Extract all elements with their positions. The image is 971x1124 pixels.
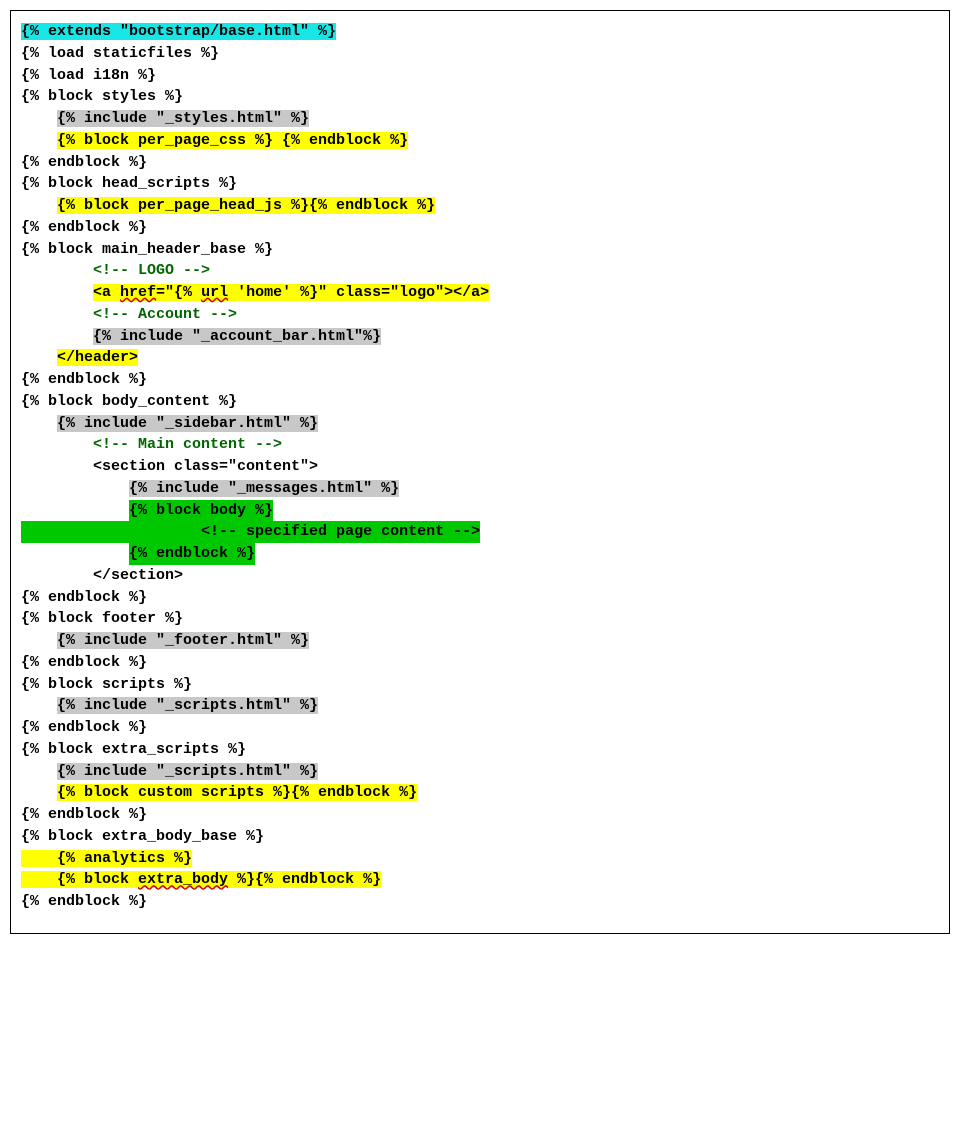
highlight-body-block: {% endblock %} [129, 543, 255, 565]
code-line: {% analytics %} [21, 848, 939, 870]
code-line: <!-- LOGO --> [21, 260, 939, 282]
html-comment: <!-- LOGO --> [93, 262, 210, 279]
highlight-include: {% include "_footer.html" %} [57, 632, 309, 649]
code-line: {% block body_content %} [21, 391, 939, 413]
code-line: {% include "_scripts.html" %} [21, 695, 939, 717]
code-line: </section> [21, 565, 939, 587]
highlight-body-block: <!-- specified page content --> [57, 521, 480, 543]
code-line: {% block head_scripts %} [21, 173, 939, 195]
code-line: {% include "_sidebar.html" %} [21, 413, 939, 435]
code-line: {% endblock %} [21, 717, 939, 739]
highlight-block: {% block per_page_head_js %}{% endblock … [57, 197, 435, 214]
code-line: {% include "_scripts.html" %} [21, 761, 939, 783]
code-line: {% include "_footer.html" %} [21, 630, 939, 652]
highlight-include: {% include "_styles.html" %} [57, 110, 309, 127]
highlight-include: {% include "_messages.html" %} [129, 480, 399, 497]
code-line: {% block footer %} [21, 608, 939, 630]
code-line: {% endblock %} [21, 652, 939, 674]
highlight-block: {% block per_page_css %} {% endblock %} [57, 132, 408, 149]
highlight-include: {% include "_scripts.html" %} [57, 763, 318, 780]
code-line: {% load staticfiles %} [21, 43, 939, 65]
code-line: {% include "_account_bar.html"%} [21, 326, 939, 348]
highlight-extends: {% extends "bootstrap/base.html" %} [21, 23, 336, 40]
code-line: {% extends "bootstrap/base.html" %} [21, 21, 939, 43]
code-line: {% endblock %} [21, 804, 939, 826]
code-line: {% endblock %} [21, 543, 939, 565]
code-line: </header> [21, 347, 939, 369]
code-line: {% load i18n %} [21, 65, 939, 87]
code-line: {% block body %} [21, 500, 939, 522]
highlight-closetag: </header> [57, 349, 138, 366]
highlight-line: {% analytics %} [21, 850, 192, 867]
code-line: {% block per_page_head_js %}{% endblock … [21, 195, 939, 217]
code-line: {% endblock %} [21, 217, 939, 239]
code-line: {% include "_messages.html" %} [21, 478, 939, 500]
code-line: {% block custom scripts %}{% endblock %} [21, 782, 939, 804]
code-line: <!-- specified page content --> [21, 521, 939, 543]
highlight-include: {% include "_account_bar.html"%} [93, 328, 381, 345]
code-line: {% block extra_body_base %} [21, 826, 939, 848]
code-line: {% block extra_scripts %} [21, 739, 939, 761]
highlight-block: {% block custom scripts %}{% endblock %} [57, 784, 417, 801]
highlight-body-block [21, 521, 57, 543]
code-line: {% endblock %} [21, 587, 939, 609]
code-block: {% extends "bootstrap/base.html" %} {% l… [10, 10, 950, 934]
code-line: {% include "_styles.html" %} [21, 108, 939, 130]
highlight-line: {% block extra_body %}{% endblock %} [21, 871, 381, 888]
code-line: {% block main_header_base %} [21, 239, 939, 261]
highlight-include: {% include "_scripts.html" %} [57, 697, 318, 714]
highlight-body-block: {% block body %} [129, 500, 273, 522]
code-line: {% endblock %} [21, 891, 939, 913]
code-line: {% block extra_body %}{% endblock %} [21, 869, 939, 891]
code-line: <!-- Account --> [21, 304, 939, 326]
html-comment: <!-- Account --> [93, 306, 237, 323]
code-line: {% block styles %} [21, 86, 939, 108]
code-line: {% block scripts %} [21, 674, 939, 696]
html-comment: <!-- Main content --> [93, 436, 282, 453]
highlight-include: {% include "_sidebar.html" %} [57, 415, 318, 432]
code-line: <!-- Main content --> [21, 434, 939, 456]
code-line: {% endblock %} [21, 369, 939, 391]
code-line: <section class="content"> [21, 456, 939, 478]
code-line: {% block per_page_css %} {% endblock %} [21, 130, 939, 152]
highlight-anchor: <a href="{% url 'home' %}" class="logo">… [93, 284, 489, 301]
code-line: <a href="{% url 'home' %}" class="logo">… [21, 282, 939, 304]
code-line: {% endblock %} [21, 152, 939, 174]
